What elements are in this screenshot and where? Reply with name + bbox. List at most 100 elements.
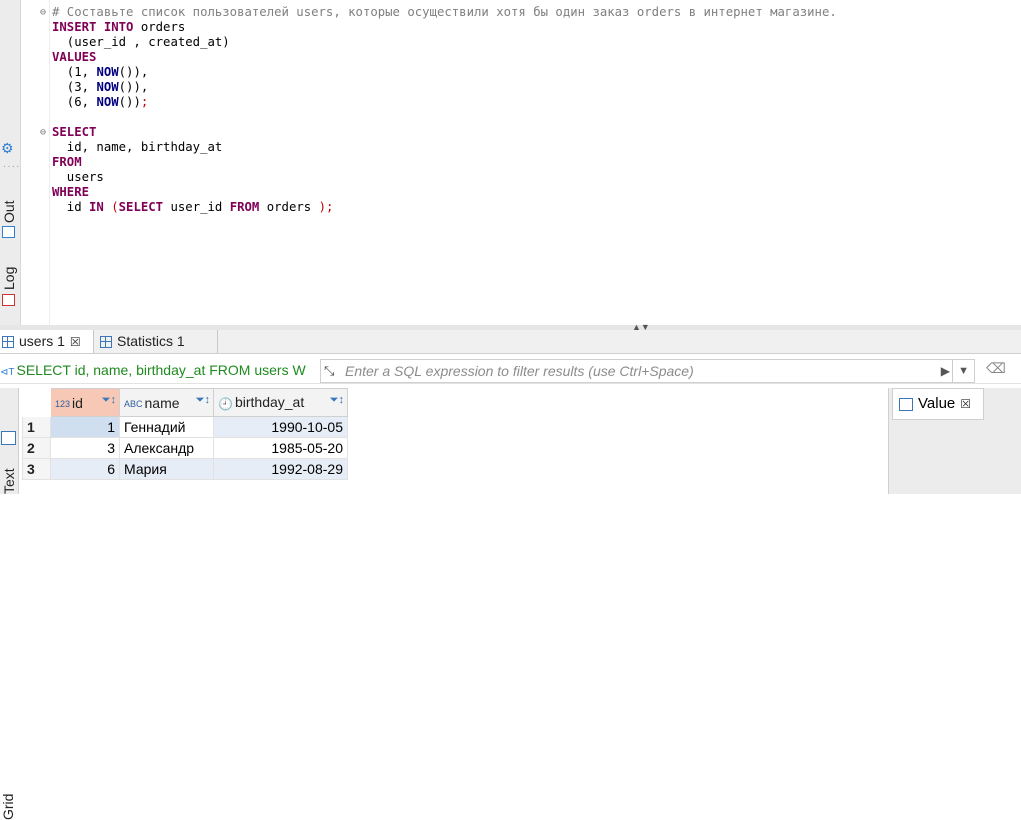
close-icon[interactable]: ☒ [960,397,971,411]
tab-value[interactable]: Value ☒ [892,388,984,420]
column-filter-icon[interactable]: ⏷↕ [330,394,344,407]
code-function: NOW [96,80,119,94]
code-paren: ()) [118,95,141,109]
code-semicolon: ; [140,95,149,109]
table-row[interactable]: 2 3 Александр 1985-05-20 [22,437,348,459]
results-table: 123 id ⏷↕ ABC name ⏷↕ 🕘 birthday_at ⏷↕ 1 1 Ген… [22,388,348,480]
code-columns: (user_id , created_at) [52,35,230,49]
output-icon[interactable] [2,226,15,238]
expand-icon[interactable]: ⤡ [324,360,334,382]
filter-placeholder: Enter a SQL expression to filter results… [345,363,694,379]
table-row[interactable]: 1 1 Геннадий 1990-10-05 [22,416,348,438]
column-name: id [72,394,83,411]
code-table-name: orders [259,200,319,214]
code-keyword: FROM [52,155,82,169]
code-table-name: orders [133,20,186,34]
code-number: 3 [74,80,82,94]
column-name: birthday_at [234,394,305,411]
code-paren: ()), [118,65,149,79]
code-paren: ( [52,65,75,79]
gear-icon[interactable]: ⚙ [1,141,14,155]
code-paren: ( [103,200,119,214]
table-icon [2,336,14,349]
text-view-tab[interactable]: Text [1,468,17,494]
left-side-rail: ⚙ ···· Out Log [0,0,21,325]
filter-history-dropdown-icon[interactable]: ▼ [952,360,969,382]
code-keyword: SELECT [52,125,97,139]
value-panel-icon [899,397,913,411]
column-header-name[interactable]: ABC name ⏷↕ [119,388,214,417]
code-keyword: VALUES [52,50,97,64]
log-icon[interactable] [2,294,15,306]
code-number: 6 [74,95,82,109]
table-row[interactable]: 3 6 Мария 1992-08-29 [22,458,348,480]
fold-icon[interactable]: ⊖ [40,5,46,20]
cell-name[interactable]: Александр [119,437,214,459]
code-sep: , [81,65,97,79]
results-grid: 123 id ⏷↕ ABC name ⏷↕ 🕘 birthday_at ⏷↕ 1 1 Ген… [22,388,887,494]
sql-icon: ⊲T [0,367,15,378]
filter-bar: ⊲T SELECT id, name, birthday_at FROM user… [0,358,1021,384]
code-paren: ()), [118,80,149,94]
code-keyword: FROM [229,200,260,214]
cell-id[interactable]: 3 [50,437,120,459]
code-keyword: WHERE [52,185,90,199]
cell-id[interactable]: 1 [50,416,120,438]
tab-statistics-1[interactable]: Statistics 1 [97,330,218,353]
code-number: 1 [74,65,82,79]
sql-editor[interactable]: ⊖ # Составьте список пользователей users,… [38,5,1021,215]
row-number[interactable]: 2 [22,437,51,459]
header-row: 123 id ⏷↕ ABC name ⏷↕ 🕘 birthday_at ⏷↕ [22,388,348,417]
fold-icon[interactable]: ⊖ [40,125,46,140]
code-function: NOW [96,95,119,109]
column-filter-icon[interactable]: ⏷↕ [196,394,210,407]
code-column: user_id [163,200,230,214]
out-tab-label[interactable]: Out [1,200,17,223]
tab-label: users 1 [19,333,65,349]
code-keyword: INSERT INTO [52,20,134,34]
column-header-birthday-at[interactable]: 🕘 birthday_at ⏷↕ [213,388,348,417]
code-paren: ( [52,80,75,94]
grid-icon[interactable] [1,431,16,445]
corner-cell [22,388,51,417]
code-paren: ( [52,95,75,109]
filter-input[interactable]: ⤡ Enter a SQL expression to filter resul… [320,359,975,383]
code-columns: id, name, birthday_at [52,140,223,154]
clock-icon: 🕘 [218,396,233,411]
code-keyword: IN [89,200,104,214]
code-sep: , [81,95,97,109]
drag-handle[interactable]: ···· [3,161,20,172]
cell-name[interactable]: Мария [119,458,214,480]
row-number[interactable]: 1 [22,416,51,438]
column-name: name [144,394,180,411]
close-icon[interactable]: ☒ [70,335,81,349]
query-text: ⊲T SELECT id, name, birthday_at FROM user… [0,358,316,383]
code-paren: ) [318,200,326,214]
column-header-id[interactable]: 123 id ⏷↕ [50,388,120,417]
log-tab-label[interactable]: Log [1,267,17,290]
code-sep: , [81,80,97,94]
code-function: NOW [96,65,119,79]
eraser-icon[interactable]: ⌫ [986,360,1006,377]
tab-label: Value [918,395,956,412]
cell-birthday-at[interactable]: 1992-08-29 [213,458,348,480]
tab-label: Statistics 1 [117,333,185,349]
table-icon [100,336,112,349]
results-tab-bar: users 1 ☒ Statistics 1 [0,330,1021,354]
tab-users-1[interactable]: users 1 ☒ [0,330,94,353]
cell-birthday-at[interactable]: 1990-10-05 [213,416,348,438]
row-number[interactable]: 3 [22,458,51,480]
code-semicolon: ; [325,200,334,214]
grid-view-tab[interactable]: Grid [0,794,16,820]
column-filter-icon[interactable]: ⏷↕ [102,394,116,407]
code-table-name: users [52,170,104,184]
number-type-icon: 123 [55,398,71,409]
cell-name[interactable]: Геннадий [119,416,214,438]
code-comment: # Составьте список пользователей users, … [52,5,837,19]
code-keyword: SELECT [118,200,164,214]
query-sql: SELECT id, name, birthday_at FROM users … [16,362,306,378]
text-type-icon: ABC [124,398,143,409]
cell-birthday-at[interactable]: 1985-05-20 [213,437,348,459]
cell-id[interactable]: 6 [50,458,120,480]
apply-filter-icon[interactable]: ▶ [941,360,950,382]
